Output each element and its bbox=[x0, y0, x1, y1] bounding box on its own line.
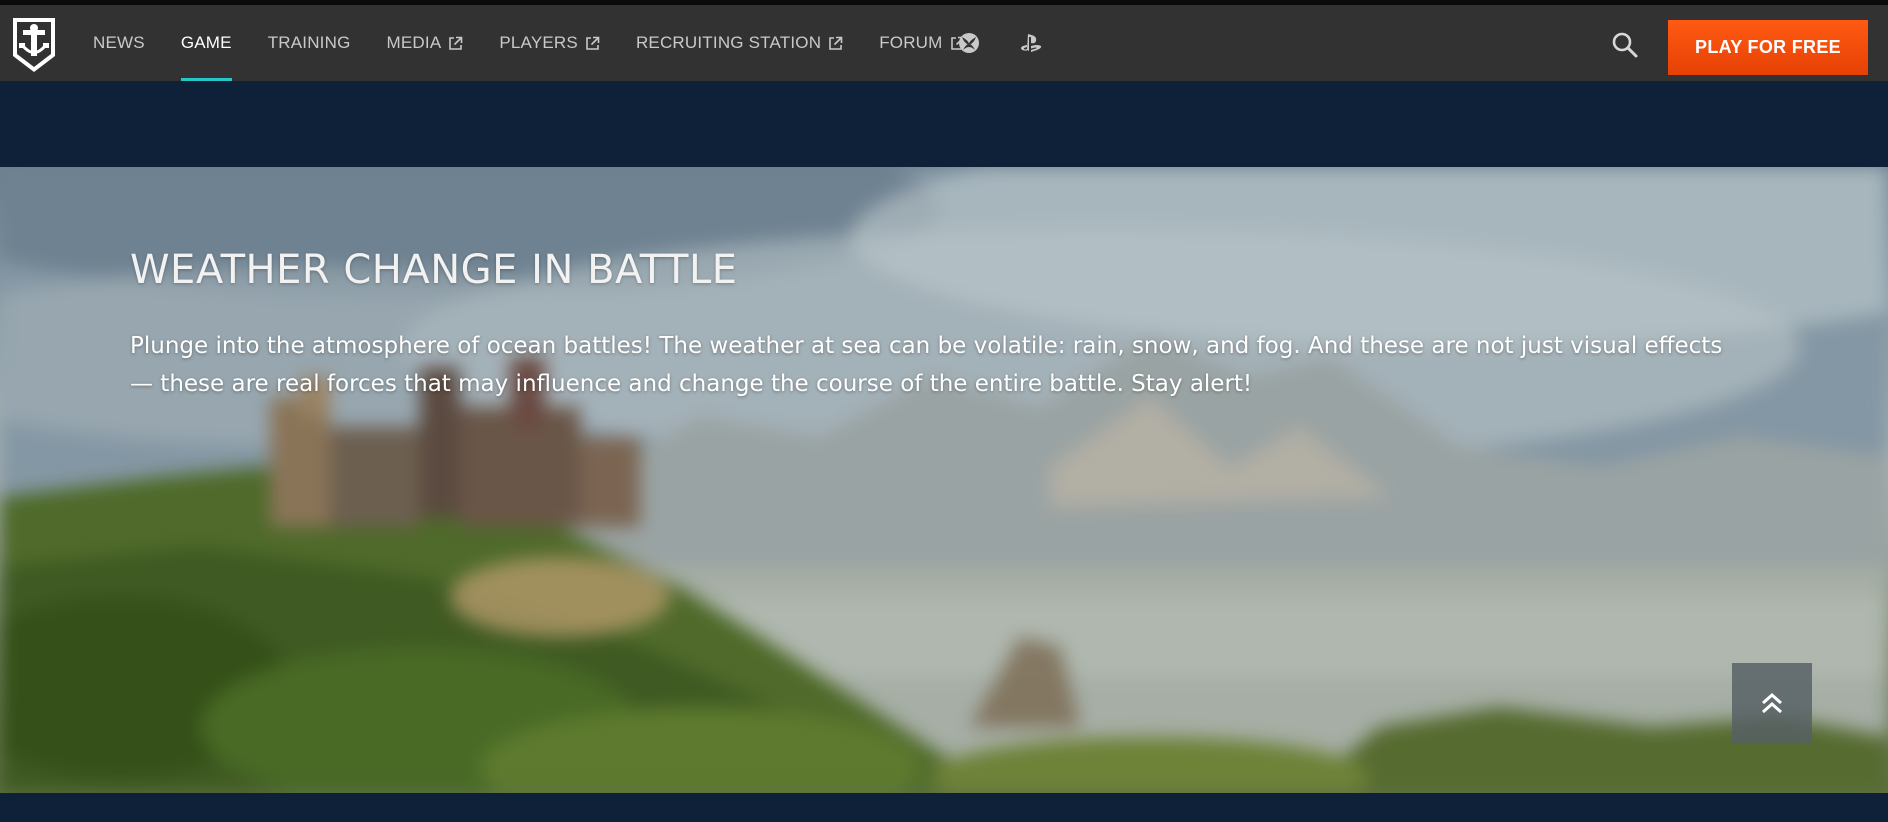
nav-item-label: News bbox=[93, 33, 145, 52]
nav-item-news[interactable]: News bbox=[93, 5, 145, 81]
page-bottom-strip bbox=[0, 793, 1888, 822]
external-link-icon bbox=[829, 36, 843, 50]
xbox-icon[interactable] bbox=[956, 30, 982, 56]
external-link-icon bbox=[449, 36, 463, 50]
play-for-free-button[interactable]: Play for free bbox=[1668, 20, 1868, 75]
header-spacer-band bbox=[0, 81, 1888, 167]
nav-item-players[interactable]: Players bbox=[499, 5, 600, 81]
main-navigation: News Game Training Media Players Recru bbox=[93, 5, 1001, 81]
nav-item-media[interactable]: Media bbox=[387, 5, 464, 81]
double-chevron-up-icon bbox=[1762, 692, 1782, 714]
nav-item-recruiting-station[interactable]: Recruiting Station bbox=[636, 5, 843, 81]
weather-feature-section: Weather Change in Battle Plunge into the… bbox=[0, 167, 1888, 793]
nav-item-game[interactable]: Game bbox=[180, 5, 232, 81]
world-of-warships-logo-icon[interactable] bbox=[10, 16, 58, 74]
top-navigation-bar: News Game Training Media Players Recru bbox=[0, 0, 1888, 81]
playstation-icon[interactable] bbox=[1018, 30, 1044, 56]
nav-item-label: Players bbox=[499, 33, 578, 52]
nav-item-label: Training bbox=[267, 33, 351, 52]
external-link-icon bbox=[586, 36, 600, 50]
nav-item-training[interactable]: Training bbox=[268, 5, 351, 81]
back-to-top-button[interactable] bbox=[1732, 663, 1812, 743]
nav-item-label: Media bbox=[386, 33, 442, 52]
nav-item-forum[interactable]: Forum bbox=[879, 5, 964, 81]
nav-item-label: Forum bbox=[879, 33, 943, 52]
search-icon[interactable] bbox=[1610, 30, 1640, 60]
nav-item-label: Game bbox=[180, 33, 232, 52]
platform-links bbox=[956, 5, 1080, 81]
section-description: Plunge into the atmosphere of ocean batt… bbox=[130, 333, 1723, 397]
nav-item-label: Recruiting Station bbox=[635, 33, 822, 52]
section-title: Weather Change in Battle bbox=[130, 247, 738, 293]
